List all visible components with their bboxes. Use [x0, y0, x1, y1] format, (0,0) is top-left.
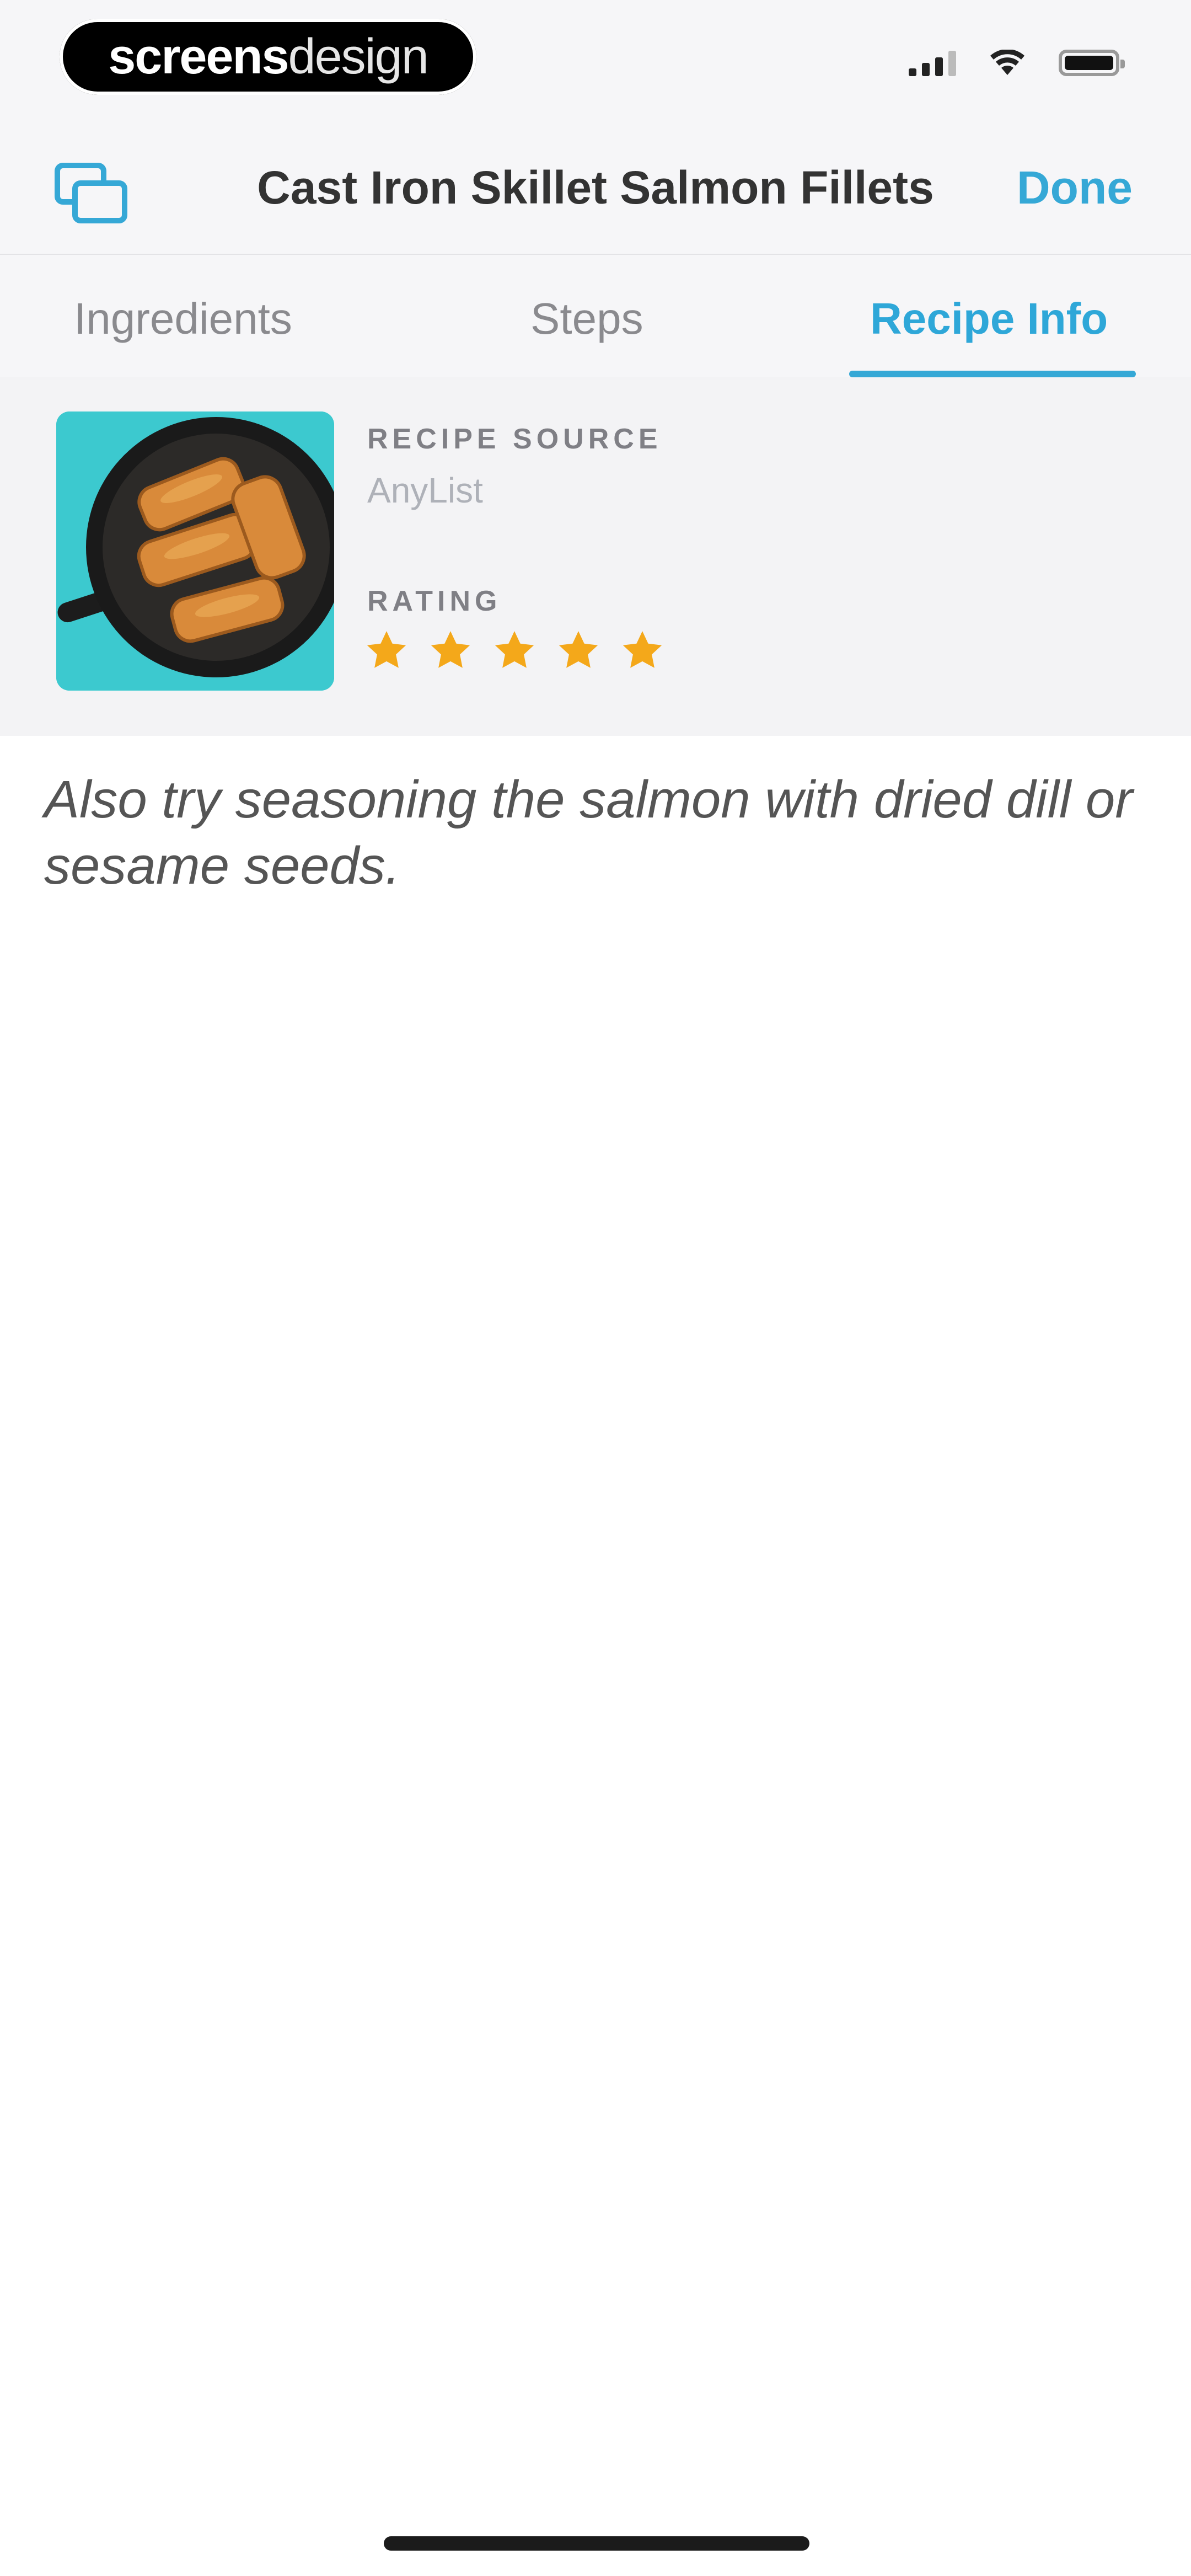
- star-icon[interactable]: [620, 628, 665, 673]
- rating-stars[interactable]: [364, 628, 665, 673]
- status-bar: screens design: [0, 0, 1191, 132]
- star-icon[interactable]: [428, 628, 473, 673]
- navigation-bar: Cast Iron Skillet Salmon Fillets Done: [0, 132, 1191, 254]
- wifi-icon: [990, 50, 1024, 75]
- brand-thin-text: design: [288, 29, 429, 84]
- tab-ingredients[interactable]: Ingredients: [74, 293, 292, 344]
- recipe-note: Also try seasoning the salmon with dried…: [44, 770, 1133, 895]
- recipe-info-panel: RECIPE SOURCE AnyList RATING: [0, 377, 1191, 736]
- rating-label: RATING: [367, 585, 502, 617]
- skillet-salmon-image: [56, 411, 334, 691]
- recipe-title: Cast Iron Skillet Salmon Fillets: [257, 162, 934, 213]
- battery-icon: [1059, 50, 1125, 76]
- status-icons: [909, 50, 1125, 76]
- screensdesign-logo: screens design: [60, 19, 476, 95]
- recipe-photo[interactable]: [56, 411, 334, 691]
- cellular-signal-icon: [909, 50, 956, 76]
- home-indicator[interactable]: [384, 2536, 809, 2551]
- star-icon[interactable]: [492, 628, 537, 673]
- star-icon[interactable]: [556, 628, 601, 673]
- star-icon[interactable]: [364, 628, 409, 673]
- recipe-source-value: AnyList: [367, 471, 483, 510]
- tab-steps[interactable]: Steps: [530, 293, 643, 344]
- copy-windows-icon[interactable]: [53, 160, 130, 226]
- recipe-source-label: RECIPE SOURCE: [367, 423, 662, 455]
- done-button[interactable]: Done: [1017, 161, 1133, 215]
- active-tab-indicator: [849, 371, 1136, 377]
- brand-bold-text: screens: [108, 29, 289, 84]
- tab-recipe-info[interactable]: Recipe Info: [870, 293, 1108, 344]
- tab-bar: Ingredients Steps Recipe Info: [0, 254, 1191, 378]
